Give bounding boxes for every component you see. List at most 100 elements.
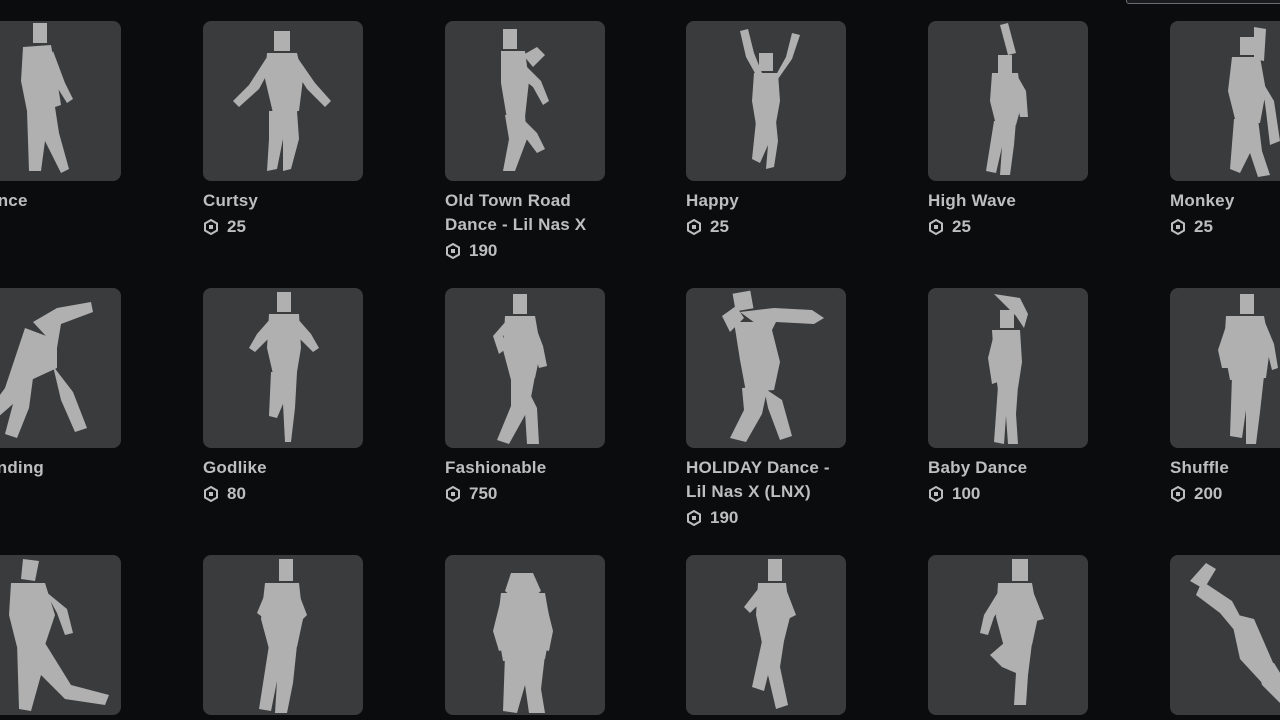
item-price: 100 xyxy=(928,484,1090,504)
item-price: 0 xyxy=(0,217,123,237)
item-thumbnail[interactable] xyxy=(203,555,363,715)
catalog-item[interactable] xyxy=(203,555,365,720)
item-price-value: 750 xyxy=(469,484,498,503)
robux-icon xyxy=(445,242,461,260)
item-thumbnail[interactable] xyxy=(445,21,605,181)
catalog-item[interactable] xyxy=(928,555,1090,720)
item-thumbnail[interactable] xyxy=(928,288,1088,448)
shuffle-silhouette-icon xyxy=(1218,294,1278,444)
robux-icon xyxy=(686,509,702,527)
robux-icon xyxy=(928,218,944,236)
catalog-item[interactable]: s Dance 0 xyxy=(0,21,123,237)
holiday-dance-silhouette-icon xyxy=(722,290,824,442)
catalog-item[interactable]: HOLIDAY Dance - Lil Nas X (LNX) 190 xyxy=(686,288,848,528)
dancer-silhouette-icon xyxy=(493,573,553,713)
item-price-value: 25 xyxy=(1194,217,1213,236)
catalog-item[interactable]: Fashionable 750 xyxy=(445,288,607,504)
catalog-item[interactable]: Curtsy 25 xyxy=(203,21,365,237)
item-price: 190 xyxy=(445,241,607,261)
item-price: 25 xyxy=(203,217,365,237)
item-thumbnail[interactable] xyxy=(0,555,121,715)
item-thumbnail[interactable] xyxy=(445,555,605,715)
item-name[interactable]: Curtsy xyxy=(203,189,365,213)
catalog-item[interactable] xyxy=(445,555,607,720)
item-name[interactable]: High Wave xyxy=(928,189,1090,213)
item-thumbnail[interactable] xyxy=(686,21,846,181)
dancer-silhouette-icon xyxy=(1190,563,1280,703)
catalog-item[interactable]: o Landing 0 xyxy=(0,288,123,504)
dancer-silhouette-icon xyxy=(744,559,796,709)
robux-icon xyxy=(203,485,219,503)
catalog-item[interactable]: Happy 25 xyxy=(686,21,848,237)
item-name[interactable]: Happy xyxy=(686,189,848,213)
emote-catalog-grid: s Dance 0 Curtsy 25 xyxy=(0,0,1280,720)
robux-icon xyxy=(1170,485,1186,503)
catalog-item[interactable]: Monkey 25 xyxy=(1170,21,1280,237)
item-price-value: 25 xyxy=(227,217,246,236)
item-price-value: 25 xyxy=(710,217,729,236)
item-name[interactable]: Old Town Road Dance - Lil Nas X xyxy=(445,189,607,237)
item-thumbnail[interactable] xyxy=(1170,288,1280,448)
dancer-silhouette-icon xyxy=(257,559,307,713)
dancer-silhouette-icon xyxy=(9,559,109,711)
item-name[interactable]: o Landing xyxy=(0,456,123,480)
curtsy-silhouette-icon xyxy=(233,31,331,171)
item-name[interactable]: Monkey xyxy=(1170,189,1280,213)
catalog-item[interactable]: Baby Dance 100 xyxy=(928,288,1090,504)
fashionable-silhouette-icon xyxy=(493,294,547,444)
item-price-value: 190 xyxy=(710,508,739,527)
item-price-value: 200 xyxy=(1194,484,1223,503)
item-price: 25 xyxy=(928,217,1090,237)
robux-icon xyxy=(203,218,219,236)
dancer-silhouette-icon xyxy=(980,559,1044,705)
item-thumbnail[interactable] xyxy=(686,288,846,448)
item-price-value: 190 xyxy=(469,241,498,260)
catalog-item[interactable] xyxy=(0,555,123,720)
robux-icon xyxy=(686,218,702,236)
item-thumbnail[interactable] xyxy=(203,21,363,181)
item-price: 80 xyxy=(203,484,365,504)
robux-icon xyxy=(1170,218,1186,236)
catalog-item[interactable]: Godlike 80 xyxy=(203,288,365,504)
item-thumbnail[interactable] xyxy=(686,555,846,715)
item-name[interactable]: Shuffle xyxy=(1170,456,1280,480)
item-price: 25 xyxy=(686,217,848,237)
item-price: 190 xyxy=(686,508,848,528)
item-price: 25 xyxy=(1170,217,1280,237)
item-price: 750 xyxy=(445,484,607,504)
catalog-item[interactable]: High Wave 25 xyxy=(928,21,1090,237)
item-thumbnail[interactable] xyxy=(1170,555,1280,715)
item-thumbnail[interactable] xyxy=(1170,21,1280,181)
item-price-value: 80 xyxy=(227,484,246,503)
item-name[interactable]: Godlike xyxy=(203,456,365,480)
monkey-silhouette-icon xyxy=(1228,27,1280,177)
item-price-value: 25 xyxy=(952,217,971,236)
item-name[interactable]: Baby Dance xyxy=(928,456,1090,480)
partial-top-control[interactable] xyxy=(1126,0,1280,4)
dancer-silhouette-icon xyxy=(501,29,549,171)
high-wave-silhouette-icon xyxy=(986,23,1028,175)
landing-silhouette-icon xyxy=(0,302,93,438)
item-name[interactable]: HOLIDAY Dance - Lil Nas X (LNX) xyxy=(686,456,848,504)
robux-icon xyxy=(928,485,944,503)
item-price-value: 100 xyxy=(952,484,981,503)
item-name[interactable]: s Dance xyxy=(0,189,123,213)
catalog-item[interactable] xyxy=(1170,555,1280,720)
item-price: 0 xyxy=(0,484,123,504)
catalog-item[interactable] xyxy=(686,555,848,720)
item-thumbnail[interactable] xyxy=(0,288,121,448)
happy-silhouette-icon xyxy=(740,29,800,169)
baby-dance-silhouette-icon xyxy=(988,294,1028,444)
catalog-item[interactable]: Shuffle 200 xyxy=(1170,288,1280,504)
item-thumbnail[interactable] xyxy=(203,288,363,448)
item-thumbnail[interactable] xyxy=(928,21,1088,181)
item-price: 200 xyxy=(1170,484,1280,504)
item-thumbnail[interactable] xyxy=(928,555,1088,715)
robux-icon xyxy=(445,485,461,503)
catalog-item[interactable]: Old Town Road Dance - Lil Nas X 190 xyxy=(445,21,607,261)
item-thumbnail[interactable] xyxy=(0,21,121,181)
item-name[interactable]: Fashionable xyxy=(445,456,607,480)
godlike-silhouette-icon xyxy=(249,292,319,442)
item-thumbnail[interactable] xyxy=(445,288,605,448)
dancer-silhouette-icon xyxy=(21,23,73,173)
